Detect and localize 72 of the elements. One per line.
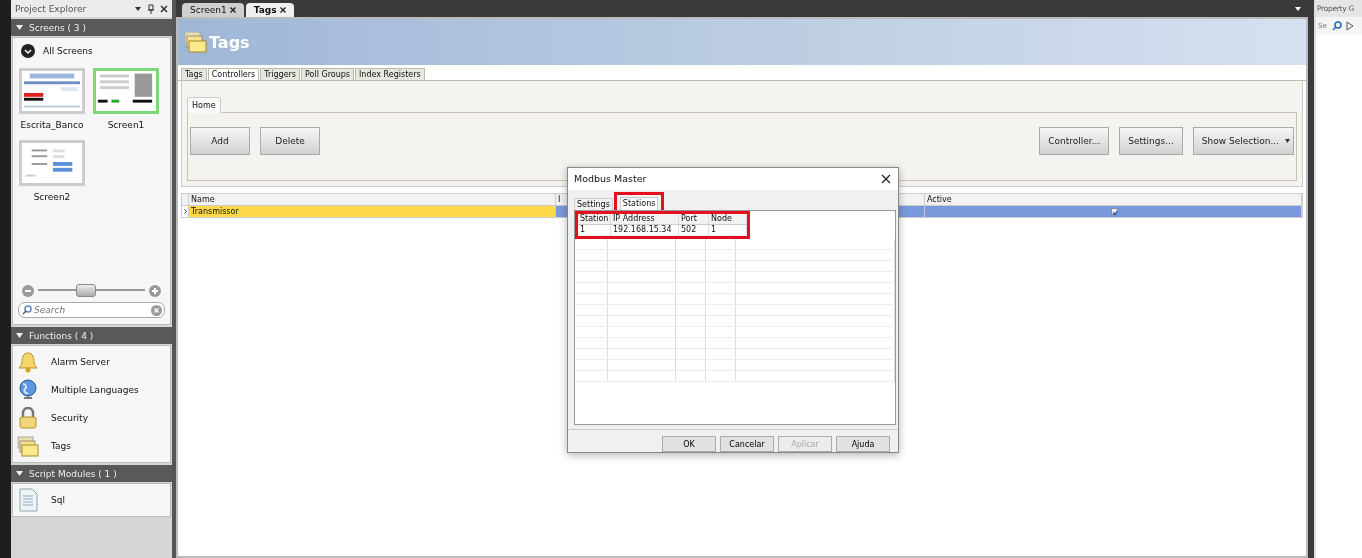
tab[interactable]: Index Registers [354,68,425,80]
table-cell: 1 [709,224,747,235]
tab[interactable]: Controllers [207,68,260,80]
ribbon-tab[interactable]: Home [187,97,221,113]
slider-thumb[interactable] [76,284,97,297]
lock-icon [17,407,39,429]
tab[interactable]: Stations [619,196,659,210]
tab[interactable]: Tags [181,68,207,80]
folders-icon [17,435,39,457]
column-header[interactable]: IP Address [611,213,679,224]
all-screens-label[interactable]: All Screens [43,46,93,56]
dialog-button[interactable]: Cancelar [720,436,774,452]
document-tab[interactable]: Screen1 [182,3,244,17]
collapse-arrow-icon[interactable] [16,333,23,338]
table-cell: Transmissor [189,206,556,217]
search-icon[interactable] [1332,21,1342,31]
function-item[interactable]: Alarm Server [51,357,110,367]
tab[interactable]: Triggers [260,68,300,80]
ribbon-button[interactable]: Show Selection... [1192,126,1294,155]
checkbox[interactable] [1110,208,1118,215]
search-icon [22,305,32,315]
ribbon-button[interactable]: Add [190,126,250,155]
column-header[interactable]: Node [709,213,747,224]
close-icon[interactable] [229,7,236,13]
collapse-arrow-icon[interactable] [16,471,23,476]
column-header[interactable]: Name [189,194,556,205]
script-item[interactable]: Sql [51,495,65,505]
bell-icon [17,351,39,373]
ribbon-button[interactable]: Delete [260,126,320,155]
zoom-in-icon[interactable] [149,284,161,297]
tab[interactable]: Settings [574,197,613,210]
function-item[interactable]: Tags [51,441,71,451]
dropdown-icon[interactable] [134,5,142,12]
zoom-out-icon[interactable] [22,284,34,297]
table-cell: 1 [578,224,611,235]
document-icon [17,488,39,512]
ribbon-button[interactable]: Controller... [1039,126,1110,155]
column-header[interactable]: Port [679,213,709,224]
close-icon[interactable] [881,173,891,184]
page-title: Tags [209,32,250,52]
panel-title: Project Explorer [11,0,172,17]
screen-name: Escrita_Banco [20,120,84,130]
play-icon[interactable] [1346,21,1354,31]
screen-name: Screen1 [107,120,145,130]
globe-icon [17,379,39,401]
folders-icon [184,30,208,54]
document-tab[interactable]: Tags [245,3,294,17]
dropdown-icon[interactable] [1285,138,1290,143]
screen-thumbnail[interactable] [93,68,159,114]
close-icon[interactable] [160,4,168,13]
collapse-arrow-icon[interactable] [16,25,23,30]
table-cell: 192.168.15.34 [611,224,679,235]
dialog-button[interactable]: OK [662,436,716,452]
close-icon[interactable] [279,7,286,13]
dropdown-icon[interactable] [1294,5,1302,12]
ribbon-button[interactable]: Settings... [1119,126,1183,155]
screen-thumbnail[interactable] [19,68,85,114]
screen-thumbnail[interactable] [19,140,85,186]
clear-icon[interactable] [151,304,162,316]
dialog-button[interactable]: Ajuda [836,436,890,452]
tab[interactable]: Poll Groups [301,68,354,80]
column-header[interactable]: Active [925,194,1302,205]
chevron-circle-icon[interactable] [21,44,35,58]
function-item[interactable]: Security [51,413,88,423]
table-cell: 502 [679,224,709,235]
search-field[interactable]: Search [18,302,165,318]
function-item[interactable]: Multiple Languages [51,385,139,395]
row-pointer-icon [183,209,187,214]
column-header[interactable]: Station [578,213,611,224]
dialog-title: Modbus Master [574,173,647,185]
pin-icon[interactable] [147,3,155,14]
screen-name: Screen2 [33,192,71,202]
